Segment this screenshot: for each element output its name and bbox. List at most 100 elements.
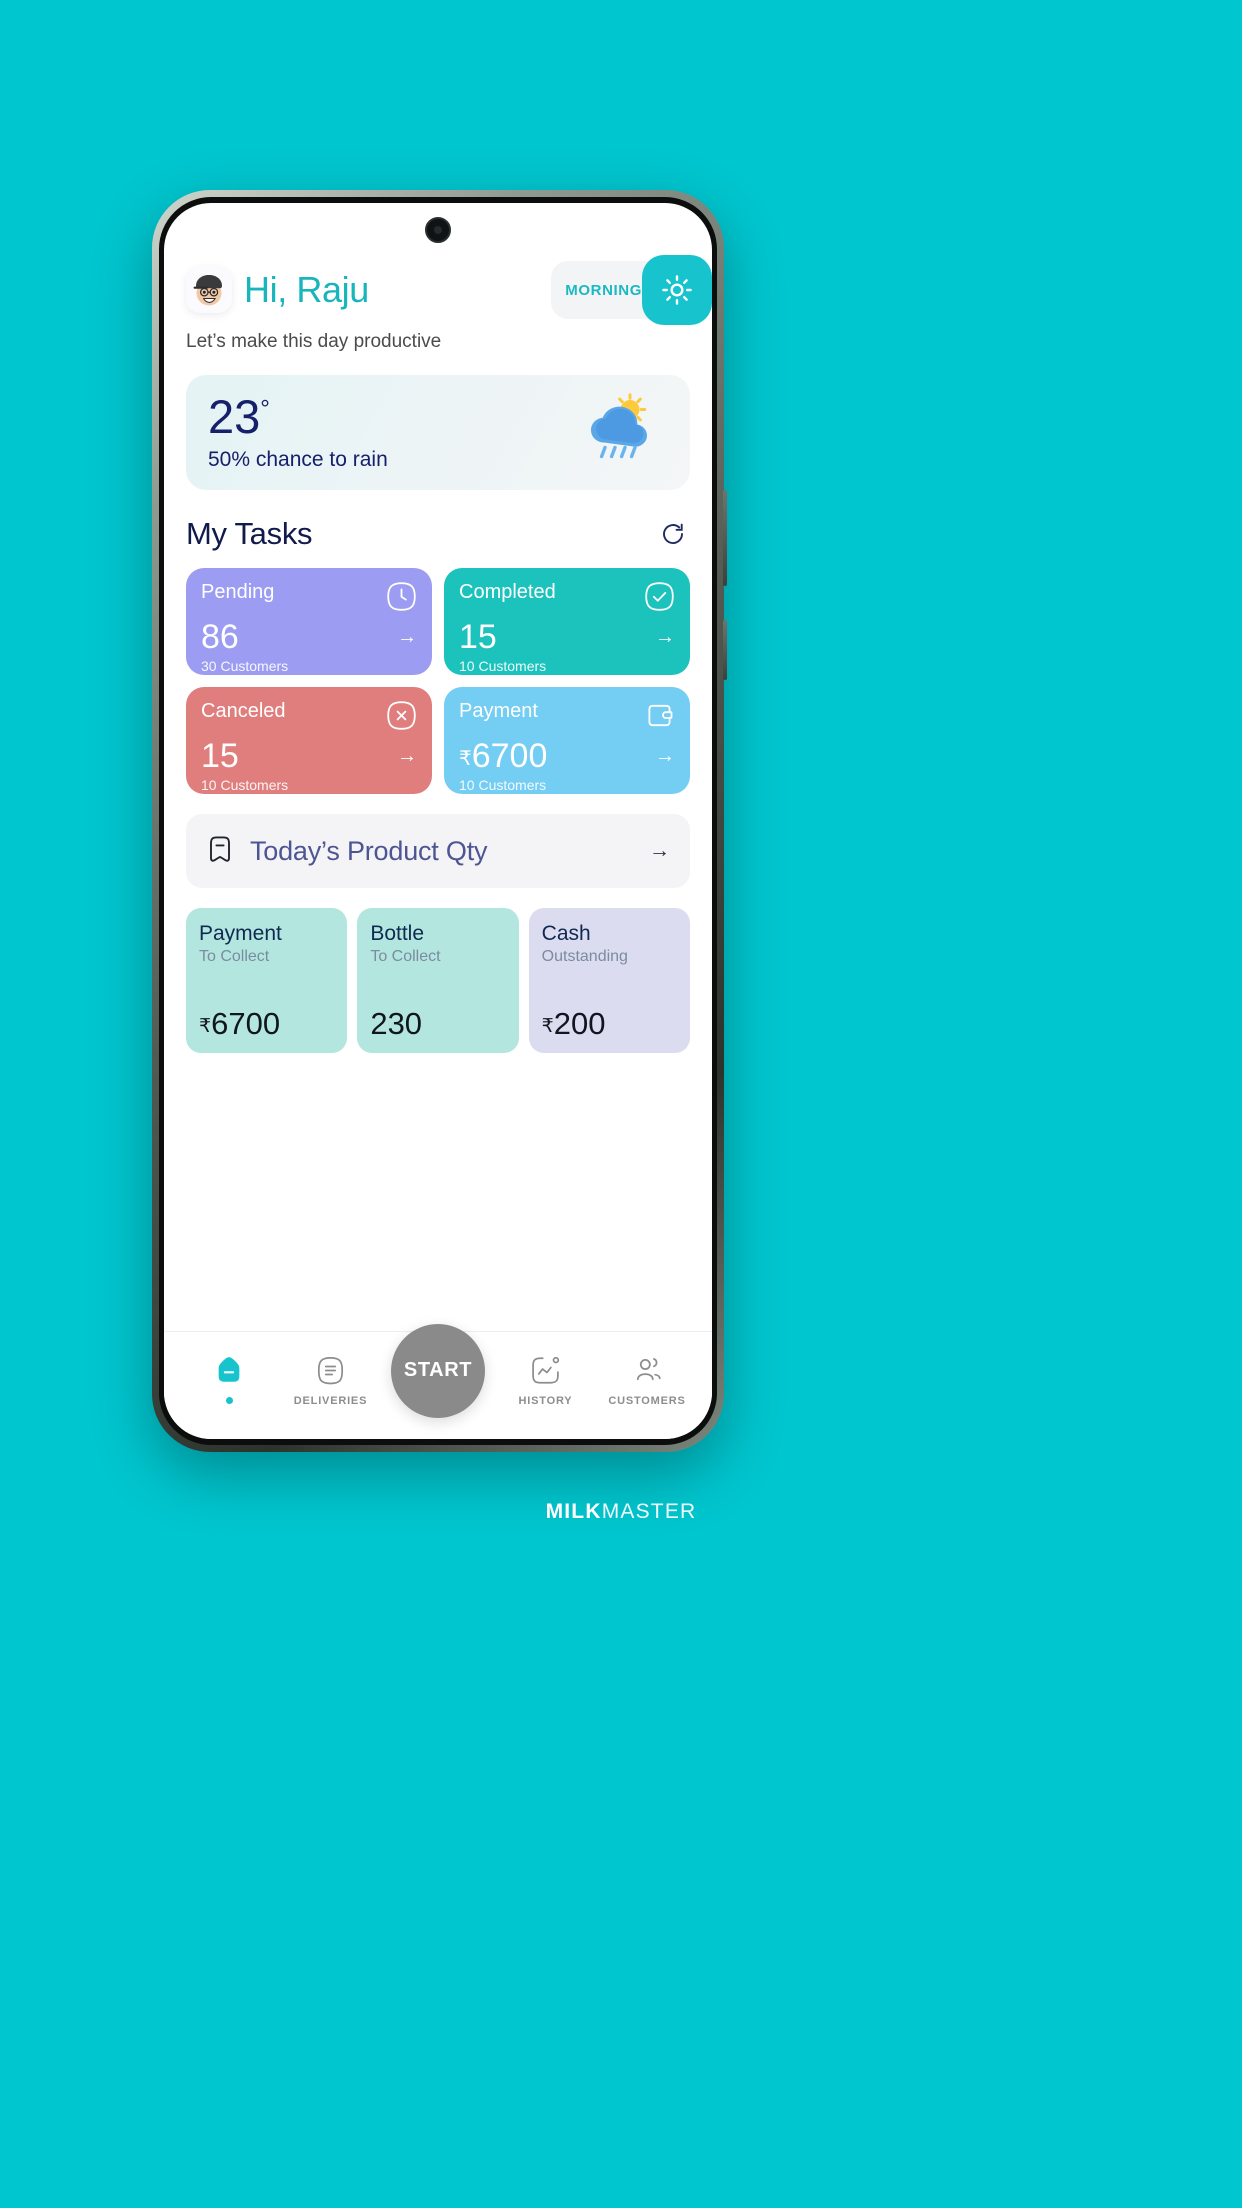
clock-icon [386,581,417,612]
daypart-indicator[interactable]: MORNING [551,255,712,325]
temperature-value: 23° [208,390,270,443]
weather-glyph [591,392,647,458]
close-glyph [387,701,416,730]
task-customers: 10 Customers [201,777,289,793]
wallet-glyph [648,704,673,727]
stats-section: Payment To Collect ₹6700 Bottle To Colle… [164,888,712,1053]
rain-chance-text: 50% chance to rain [208,448,388,471]
header-section: Hi, Raju MORNING Let’s make this day pro… [164,247,712,353]
nav-label: HISTORY [518,1394,573,1407]
tasks-section: My Tasks Pending 86 30 Customers → Compl… [164,490,712,794]
task-arrow-icon[interactable]: → [397,745,417,768]
people-glyph [636,1357,661,1380]
refresh-icon[interactable] [656,517,690,551]
sun-behind-rain-cloud-icon [576,392,662,473]
volume-button[interactable] [723,490,727,586]
task-arrow-icon[interactable]: → [655,626,675,649]
chart-glyph [532,1356,560,1384]
avatar-illustration [193,275,222,306]
power-button[interactable] [723,620,727,680]
avatar[interactable] [186,267,232,313]
task-card-pending[interactable]: Pending 86 30 Customers → [186,568,432,675]
stat-title: Bottle [370,922,425,945]
stat-subtitle: To Collect [370,948,441,965]
product-qty-arrow-icon[interactable]: → [649,839,670,863]
check-icon [644,581,675,612]
document-icon [315,1355,346,1391]
home-icon [213,1354,245,1391]
task-label: Payment [459,700,538,722]
stat-card-bottle[interactable]: Bottle To Collect 230 [357,908,519,1053]
wallet-icon [644,700,675,731]
task-customers: 30 Customers [201,658,289,674]
refresh-glyph [663,523,683,544]
task-value: 86 [201,618,239,656]
product-qty-label: Today’s Product Qty [250,835,488,866]
daypart-label: MORNING [565,281,642,299]
task-card-payment[interactable]: Payment ₹6700 10 Customers → [444,687,690,794]
stat-value: ₹200 [541,1006,606,1041]
check-glyph [645,582,674,611]
section-title: My Tasks [186,516,313,551]
stat-value: 230 [370,1006,423,1041]
stat-card-cash[interactable]: Cash Outstanding ₹200 [528,908,690,1053]
bookmark-minus-icon [206,834,234,869]
active-indicator-dot [225,1396,233,1404]
task-card-top: Canceled [201,700,417,731]
task-label: Pending [201,581,275,603]
nav-item-home[interactable] [188,1354,270,1408]
degree-symbol: ° [260,395,270,423]
task-value: 15 [201,737,239,775]
task-card-top: Payment [459,700,675,731]
nav-item-deliveries[interactable]: DELIVERIES [290,1355,372,1407]
stat-card-row: Payment To Collect ₹6700 Bottle To Colle… [186,908,690,1053]
stat-title: Cash [541,922,591,945]
sun-icon[interactable] [642,255,712,325]
clock-glyph [387,582,416,611]
close-icon [386,700,417,731]
phone-frame: Hi, Raju MORNING Let’s make this day pro… [152,190,727,1452]
task-card-top: Pending [201,581,417,612]
task-card-completed[interactable]: Completed 15 10 Customers → [444,568,690,675]
page-title: Hi, Raju [244,269,369,310]
nav-item-history[interactable]: HISTORY [505,1355,587,1407]
task-card-canceled[interactable]: Canceled 15 10 Customers → [186,687,432,794]
brand-light: MASTER [601,1500,697,1523]
task-label: Completed [459,581,556,603]
phone-screen: Hi, Raju MORNING Let’s make this day pro… [164,203,712,1439]
stat-currency: ₹ [541,1016,554,1037]
task-value: 15 [459,618,497,656]
front-camera [425,217,451,243]
stat-currency: ₹ [199,1016,212,1037]
sun-glyph [662,275,692,305]
weather-card[interactable]: 23° 50% chance to rain [186,375,690,490]
stat-subtitle: Outstanding [541,948,628,965]
weather-section: 23° 50% chance to rain [164,353,712,490]
todays-product-qty-row[interactable]: Today’s Product Qty → [186,814,690,888]
people-icon [632,1355,663,1391]
nav-item-customers[interactable]: CUSTOMERS [606,1355,688,1407]
start-button[interactable]: START [391,1323,485,1418]
task-arrow-icon[interactable]: → [655,745,675,768]
app-root: Hi, Raju MORNING Let’s make this day pro… [164,203,712,1439]
phone-bezel: Hi, Raju MORNING Let’s make this day pro… [159,197,717,1445]
product-qty-section: Today’s Product Qty → [164,794,712,888]
bookmark-glyph [210,835,230,862]
nav-label: DELIVERIES [293,1394,368,1407]
task-arrow-icon[interactable]: → [397,626,417,649]
task-value: ₹6700 [459,737,548,775]
task-label: Canceled [201,700,286,722]
weather-text-group: 23° 50% chance to rain [208,393,388,472]
stat-title: Payment [199,922,282,945]
chart-icon [530,1355,561,1391]
stat-value: ₹6700 [199,1006,281,1041]
stat-card-payment[interactable]: Payment To Collect ₹6700 [186,908,348,1053]
header-row: Hi, Raju MORNING [186,255,712,325]
task-currency: ₹ [459,748,472,770]
nav-label: CUSTOMERS [608,1394,686,1407]
document-glyph [317,1356,344,1384]
task-card-grid: Pending 86 30 Customers → Completed 15 1… [186,568,690,794]
start-label: START [403,1359,473,1381]
brand-bold: MILK [545,1500,602,1523]
tasks-header: My Tasks [186,516,690,552]
